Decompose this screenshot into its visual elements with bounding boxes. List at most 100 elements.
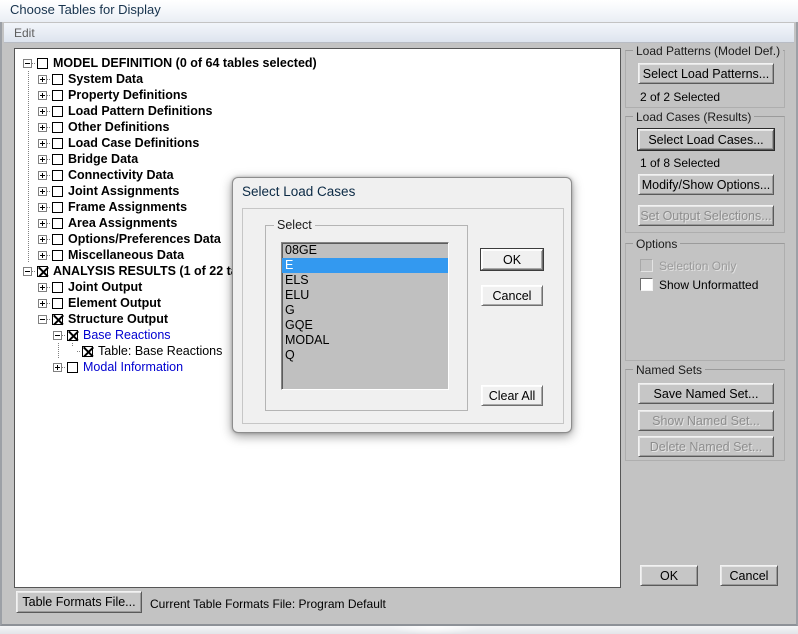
show-unformatted-checkbox[interactable] [640, 278, 653, 291]
load-case-list-item[interactable]: MODAL [282, 333, 448, 348]
tree-expander-plus-icon[interactable] [36, 167, 51, 183]
load-case-list-item[interactable]: ELU [282, 288, 448, 303]
tree-indent-guide [36, 359, 51, 375]
cancel-button[interactable]: Cancel [720, 565, 778, 586]
tree-expander-plus-icon[interactable] [36, 87, 51, 103]
tree-node-checkbox[interactable] [51, 295, 65, 311]
tree-expander-plus-icon[interactable] [36, 199, 51, 215]
tree-node-checkbox[interactable] [51, 311, 65, 327]
tree-node-label: Area Assignments [68, 216, 178, 230]
tree-expander-minus-icon[interactable] [36, 311, 51, 327]
tree-indent-guide [21, 247, 36, 263]
tree-expander-plus-icon[interactable] [36, 135, 51, 151]
tree-node-label: Element Output [68, 296, 162, 310]
tree-expander-plus-icon[interactable] [36, 295, 51, 311]
tree-row[interactable]: MODEL DEFINITION (0 of 64 tables selecte… [21, 55, 317, 71]
tree-node-checkbox[interactable] [51, 119, 65, 135]
set-output-selections-button: Set Output Selections... [638, 205, 774, 226]
tree-indent-guide [36, 327, 51, 343]
tree-node-label: Joint Assignments [68, 184, 180, 198]
load-case-list-item[interactable]: GQE [282, 318, 448, 333]
load-case-list-item[interactable]: ELS [282, 273, 448, 288]
tree-expander-plus-icon[interactable] [36, 71, 51, 87]
tree-expander-minus-icon[interactable] [21, 263, 36, 279]
select-load-cases-button[interactable]: Select Load Cases... [637, 128, 775, 151]
tree-expander-plus-icon[interactable] [36, 279, 51, 295]
load-cases-listbox[interactable]: 08GE E ELS ELU G GQE MODAL Q [281, 242, 449, 390]
tree-node-checkbox[interactable] [36, 55, 50, 71]
tree-indent-guide [21, 71, 36, 87]
tree-expander-plus-icon[interactable] [36, 103, 51, 119]
tree-node-checkbox[interactable] [36, 263, 50, 279]
tree-node-checkbox[interactable] [51, 135, 65, 151]
show-unformatted-label: Show Unformatted [659, 278, 759, 292]
tree-node-checkbox[interactable] [51, 247, 65, 263]
tree-indent-guide [21, 87, 36, 103]
dialog-select-group: Select 08GE E ELS ELU G GQE MODAL Q [265, 218, 468, 411]
tree-row[interactable]: Load Pattern Definitions [21, 103, 317, 119]
load-case-list-item[interactable]: Q [282, 348, 448, 363]
dialog-title: Select Load Cases [242, 184, 356, 199]
load-case-list-item[interactable]: 08GE [282, 243, 448, 258]
dialog-ok-button[interactable]: OK [480, 248, 544, 271]
tree-node-checkbox[interactable] [66, 359, 80, 375]
tree-expander-plus-icon[interactable] [51, 359, 66, 375]
load-cases-group-title: Load Cases (Results) [633, 110, 755, 124]
tree-expander-plus-icon[interactable] [36, 151, 51, 167]
dialog-select-group-title: Select [274, 218, 315, 232]
tree-expander-plus-icon[interactable] [36, 215, 51, 231]
tree-node-checkbox[interactable] [51, 279, 65, 295]
tree-expander-minus-icon[interactable] [51, 327, 66, 343]
load-cases-status: 1 of 8 Selected [640, 156, 721, 170]
tree-node-checkbox[interactable] [81, 343, 95, 359]
table-formats-file-button[interactable]: Table Formats File... [16, 591, 142, 613]
dialog-body: Select 08GE E ELS ELU G GQE MODAL Q OK Cancel C… [242, 208, 564, 424]
selection-only-checkbox [640, 259, 653, 272]
tree-row[interactable]: Load Case Definitions [21, 135, 317, 151]
tree-expander-minus-icon[interactable] [21, 55, 36, 71]
tree-node-checkbox[interactable] [51, 71, 65, 87]
dialog-cancel-button[interactable]: Cancel [481, 285, 543, 306]
tree-node-label: Options/Preferences Data [68, 232, 221, 246]
tree-expander-plus-icon[interactable] [36, 231, 51, 247]
tree-node-label: ANALYSIS RESULTS (1 of 22 ta [53, 264, 238, 278]
tree-node-checkbox[interactable] [51, 231, 65, 247]
tree-expander-plus-icon[interactable] [36, 119, 51, 135]
tree-indent-guide [21, 151, 36, 167]
tree-indent-guide [21, 183, 36, 199]
tree-row[interactable]: Property Definitions [21, 87, 317, 103]
select-load-patterns-button[interactable]: Select Load Patterns... [638, 63, 774, 84]
tree-node-checkbox[interactable] [51, 183, 65, 199]
modify-show-options-button[interactable]: Modify/Show Options... [638, 174, 774, 195]
dialog-clear-all-button[interactable]: Clear All [481, 385, 543, 406]
tree-node-checkbox[interactable] [51, 215, 65, 231]
tree-node-checkbox[interactable] [66, 327, 80, 343]
tree-expander-plus-icon[interactable] [36, 247, 51, 263]
menu-item-edit[interactable]: Edit [14, 26, 35, 40]
tree-expander-plus-icon[interactable] [36, 183, 51, 199]
tree-node-label: MODEL DEFINITION (0 of 64 tables selecte… [53, 56, 317, 70]
window-titlebar: Choose Tables for Display [0, 0, 798, 22]
delete-named-set-button: Delete Named Set... [638, 436, 774, 457]
tree-indent-guide [21, 295, 36, 311]
tree-node-label: Miscellaneous Data [68, 248, 185, 262]
tree-node-checkbox[interactable] [51, 103, 65, 119]
tree-row[interactable]: System Data [21, 71, 317, 87]
tree-node-label: Connectivity Data [68, 168, 174, 182]
load-case-list-item[interactable]: G [282, 303, 448, 318]
show-named-set-button: Show Named Set... [638, 410, 774, 431]
load-case-list-item[interactable]: E [282, 258, 448, 273]
tree-node-label: Table: Base Reactions [98, 344, 223, 358]
tree-node-label: Property Definitions [68, 88, 188, 102]
tree-node-checkbox[interactable] [51, 87, 65, 103]
ok-button[interactable]: OK [640, 565, 698, 586]
save-named-set-button[interactable]: Save Named Set... [638, 383, 774, 404]
tree-node-checkbox[interactable] [51, 151, 65, 167]
tree-row[interactable]: Bridge Data [21, 151, 317, 167]
tree-row[interactable]: Other Definitions [21, 119, 317, 135]
tree-node-label: Load Pattern Definitions [68, 104, 213, 118]
tree-node-checkbox[interactable] [51, 167, 65, 183]
tree-node-label: Structure Output [68, 312, 168, 326]
tree-node-checkbox[interactable] [51, 199, 65, 215]
load-patterns-group-title: Load Patterns (Model Def.) [633, 44, 784, 58]
